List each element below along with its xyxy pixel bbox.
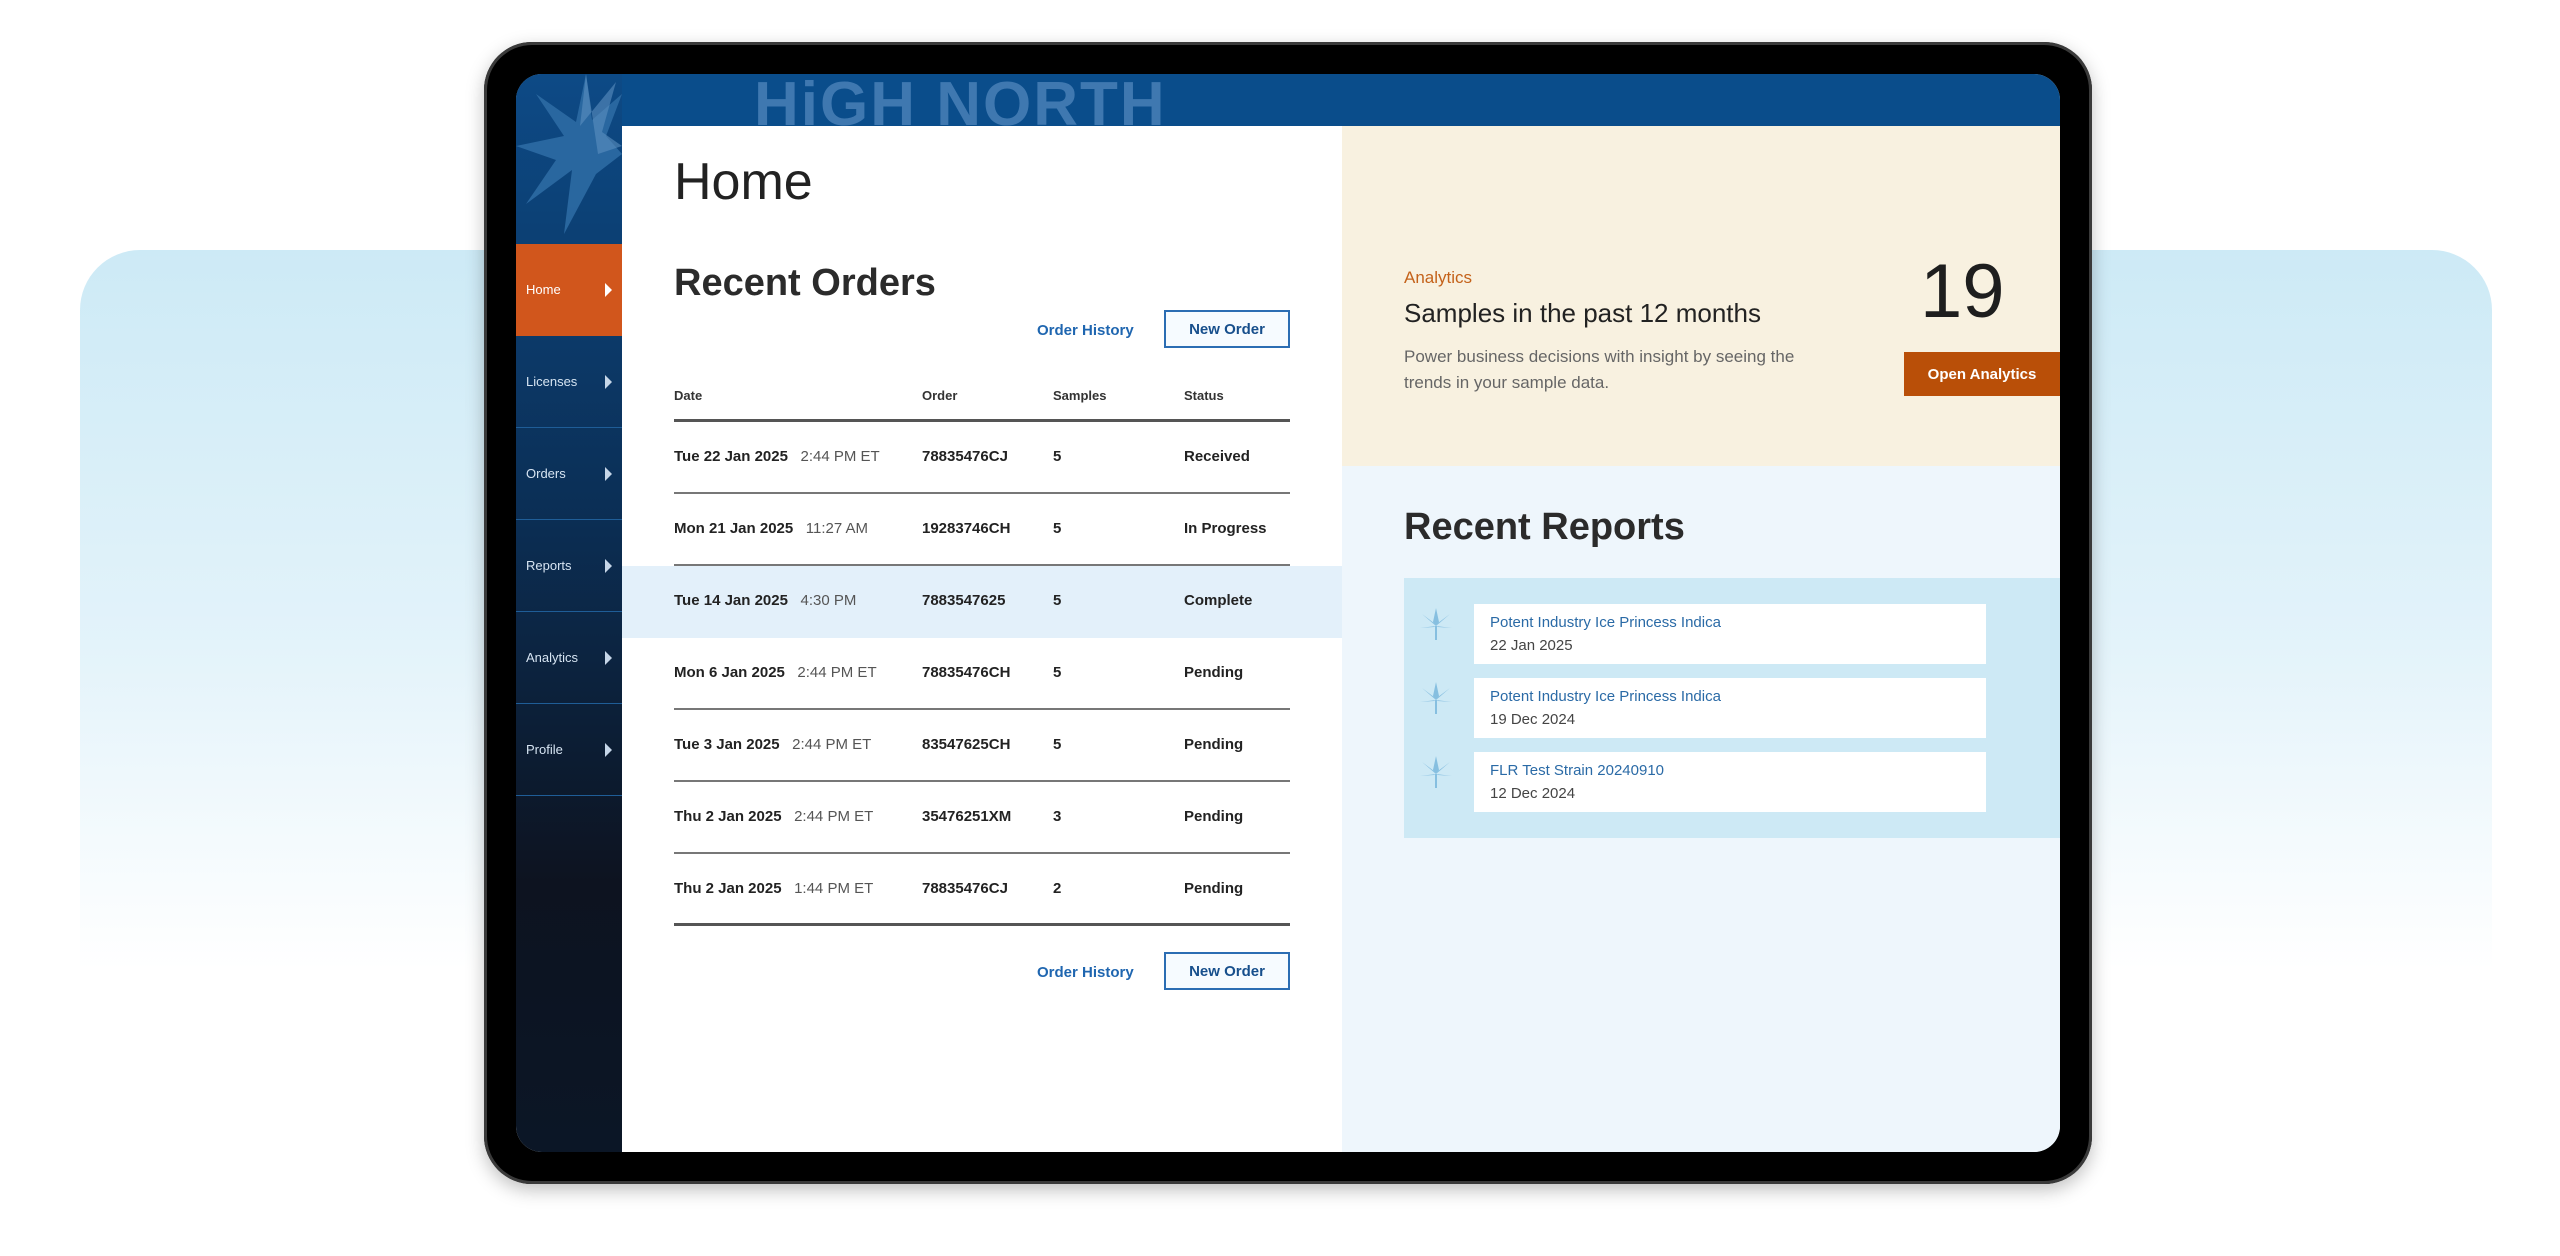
recent-reports-title: Recent Reports [1404, 506, 1685, 548]
report-name: FLR Test Strain 20240910 [1490, 762, 1665, 779]
order-time: 4:30 PM [800, 592, 857, 609]
order-status: Complete [1184, 592, 1253, 609]
report-name: Potent Industry Ice Princess Indica [1490, 688, 1721, 705]
recent-orders-title: Recent Orders [674, 262, 936, 304]
sidebar-item-home[interactable]: Home [516, 244, 622, 336]
table-row[interactable]: Tue 22 Jan 2025 2:44 PM ET 78835476CJ 5 … [674, 422, 1290, 494]
order-date: Tue 3 Jan 2025 [674, 736, 780, 753]
cannabis-leaf-icon [1420, 682, 1452, 714]
sidebar-item-label: Reports [526, 558, 572, 573]
order-samples: 5 [1053, 664, 1062, 681]
report-date: 22 Jan 2025 [1490, 637, 1573, 654]
column-header-samples: Samples [1053, 388, 1107, 403]
report-item[interactable]: Potent Industry Ice Princess Indica 22 J… [1474, 604, 1986, 664]
order-time: 1:44 PM ET [794, 880, 874, 897]
order-date: Thu 2 Jan 2025 [674, 880, 782, 897]
order-status: Pending [1184, 736, 1244, 753]
recent-orders-panel: Home Recent Orders Order History New Ord… [622, 126, 1342, 1152]
report-item[interactable]: FLR Test Strain 20240910 12 Dec 2024 [1474, 752, 1986, 812]
order-number: 7883547625 [922, 592, 1006, 609]
sidebar-item-profile[interactable]: Profile [516, 704, 622, 796]
order-time: 2:44 PM ET [800, 448, 880, 465]
brand-banner: HiGH NORTH [516, 74, 2060, 138]
order-time: 11:27 AM [805, 520, 869, 537]
order-number: 19283746CH [922, 520, 1011, 537]
sidebar-item-label: Orders [526, 466, 566, 481]
caret-right-icon [605, 742, 612, 757]
cannabis-leaf-icon [1420, 756, 1452, 788]
order-date: Tue 22 Jan 2025 [674, 448, 788, 465]
order-status: Pending [1184, 880, 1244, 897]
order-samples: 5 [1053, 520, 1062, 537]
sidebar-item-orders[interactable]: Orders [516, 428, 622, 520]
new-order-button-top[interactable]: New Order [1164, 310, 1290, 348]
sidebar-item-licenses[interactable]: Licenses [516, 336, 622, 428]
order-number: 78835476CH [922, 664, 1011, 681]
orders-table: Date Order Samples Status Tue 22 Jan 202… [622, 384, 1342, 926]
report-name: Potent Industry Ice Princess Indica [1490, 614, 1721, 631]
table-row[interactable]: Mon 21 Jan 2025 11:27 AM 19283746CH 5 In… [674, 494, 1290, 566]
reports-list: Potent Industry Ice Princess Indica 22 J… [1404, 578, 2060, 838]
table-row[interactable]: Tue 3 Jan 2025 2:44 PM ET 83547625CH 5 P… [674, 710, 1290, 782]
sidebar-item-label: Profile [526, 742, 563, 757]
caret-right-icon [605, 374, 612, 389]
order-date: Mon 6 Jan 2025 [674, 664, 785, 681]
column-header-date: Date [674, 388, 703, 403]
column-header-order: Order [922, 388, 958, 403]
table-row[interactable]: Thu 2 Jan 2025 2:44 PM ET 35476251XM 3 P… [674, 782, 1290, 854]
order-history-link-top[interactable]: Order History [1037, 322, 1134, 339]
brand-star-icon [516, 74, 622, 234]
report-date: 19 Dec 2024 [1490, 711, 1576, 728]
sidebar-item-analytics[interactable]: Analytics [516, 612, 622, 704]
order-status: In Progress [1184, 520, 1267, 537]
order-number: 35476251XM [922, 808, 1012, 825]
order-time: 2:44 PM ET [792, 736, 872, 753]
analytics-kicker: Analytics [1404, 268, 1473, 287]
sidebar-item-label: Licenses [526, 374, 578, 389]
order-samples: 3 [1053, 808, 1062, 825]
analytics-sample-count: 19 [1920, 249, 2005, 334]
order-time: 2:44 PM ET [794, 808, 874, 825]
order-samples: 2 [1053, 880, 1062, 897]
new-order-button-bottom[interactable]: New Order [1164, 952, 1290, 990]
order-samples: 5 [1053, 592, 1062, 609]
order-samples: 5 [1053, 736, 1062, 753]
order-status: Pending [1184, 808, 1244, 825]
cannabis-leaf-icon [1420, 608, 1452, 640]
order-samples: 5 [1053, 448, 1062, 465]
recent-reports-panel: Recent Reports Potent Industry Ice Princ… [1342, 466, 2060, 1152]
order-status: Received [1184, 448, 1250, 465]
order-date: Tue 14 Jan 2025 [674, 592, 788, 609]
table-row[interactable]: Thu 2 Jan 2025 1:44 PM ET 78835476CJ 2 P… [674, 854, 1290, 926]
table-row[interactable]: Tue 14 Jan 2025 4:30 PM 7883547625 5 Com… [622, 566, 1342, 638]
sidebar-item-label: Home [526, 282, 561, 297]
order-date: Mon 21 Jan 2025 [674, 520, 794, 537]
order-number: 83547625CH [922, 736, 1011, 753]
tablet-frame: HiGH NORTH Home Licenses Orders Reports … [484, 42, 2092, 1184]
caret-right-icon [605, 282, 612, 297]
order-status: Pending [1184, 664, 1244, 681]
open-analytics-button[interactable]: Open Analytics [1904, 352, 2060, 396]
column-header-status: Status [1184, 388, 1224, 403]
analytics-title: Samples in the past 12 months [1404, 298, 1761, 328]
report-date: 12 Dec 2024 [1490, 785, 1576, 802]
orders-table-header: Date Order Samples Status [674, 384, 1290, 422]
table-row[interactable]: Mon 6 Jan 2025 2:44 PM ET 78835476CH 5 P… [674, 638, 1290, 710]
sidebar: Home Licenses Orders Reports Analytics P… [516, 74, 622, 1152]
page-title: Home [674, 153, 813, 211]
sidebar-nav: Home Licenses Orders Reports Analytics P… [516, 244, 622, 796]
caret-right-icon [605, 558, 612, 573]
caret-right-icon [605, 466, 612, 481]
analytics-description: Power business decisions with insight by… [1404, 347, 1795, 392]
order-number: 78835476CJ [922, 448, 1008, 465]
app-screen: HiGH NORTH Home Licenses Orders Reports … [516, 74, 2060, 1152]
report-item[interactable]: Potent Industry Ice Princess Indica 19 D… [1474, 678, 1986, 738]
sidebar-item-reports[interactable]: Reports [516, 520, 622, 612]
order-date: Thu 2 Jan 2025 [674, 808, 782, 825]
order-history-link-bottom[interactable]: Order History [1037, 964, 1134, 981]
order-time: 2:44 PM ET [797, 664, 877, 681]
sidebar-item-label: Analytics [526, 650, 579, 665]
caret-right-icon [605, 650, 612, 665]
order-number: 78835476CJ [922, 880, 1008, 897]
